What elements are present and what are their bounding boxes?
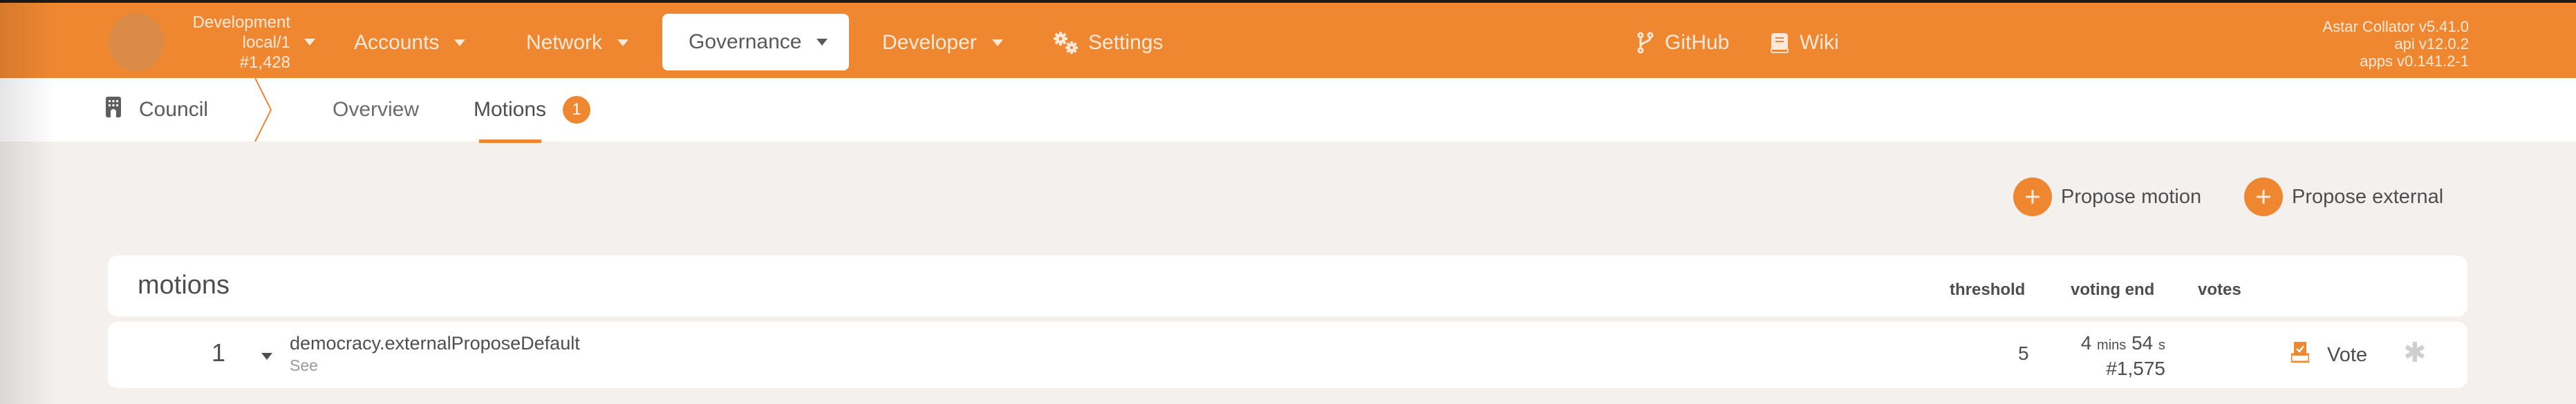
nav-accounts[interactable]: Accounts xyxy=(354,15,466,70)
expand-toggle[interactable] xyxy=(261,351,272,363)
nav-governance-label: Governance xyxy=(689,30,802,53)
chevron-down-icon xyxy=(617,39,629,46)
wiki-link-label: Wiki xyxy=(1800,31,1839,54)
github-link-label: GitHub xyxy=(1665,31,1730,54)
asterisk-icon[interactable]: ✱ xyxy=(2403,337,2427,369)
chain-name: Development xyxy=(192,13,290,32)
apps-version: apps v0.141.2-1 xyxy=(2360,52,2469,70)
chevron-down-icon xyxy=(261,353,272,360)
countdown-secs: 54 xyxy=(2131,332,2154,354)
countdown-mins-unit: mins xyxy=(2097,338,2127,353)
voting-end-countdown: 4 mins 54 s xyxy=(2064,331,2165,357)
table-title: motions xyxy=(138,271,230,300)
breadcrumb-chevron xyxy=(254,78,272,142)
nav-network[interactable]: Network xyxy=(526,15,629,70)
nav-developer[interactable]: Developer xyxy=(882,15,1003,70)
motion-voting-end: 4 mins 54 s #1,575 xyxy=(2064,331,2165,381)
vote-check-icon xyxy=(2290,342,2311,368)
propose-motion-button[interactable]: Propose motion xyxy=(2013,177,2201,217)
chevron-down-icon xyxy=(991,39,1003,46)
voting-end-block: #1,575 xyxy=(2106,358,2165,379)
tab-motions-label: Motions xyxy=(474,98,547,121)
chain-selector[interactable]: Development local/1 #1,428 xyxy=(166,12,290,73)
section-title-label: Council xyxy=(139,98,209,121)
countdown-secs-unit: s xyxy=(2158,338,2165,353)
wiki-link[interactable]: Wiki xyxy=(1771,15,1839,70)
chain-endpoint: local/1 xyxy=(242,33,290,52)
code-branch-icon xyxy=(1637,32,1654,54)
chevron-down-icon xyxy=(454,39,466,46)
nav-settings-label: Settings xyxy=(1088,31,1164,54)
nav-settings[interactable]: Settings xyxy=(1052,15,1163,70)
motions-count-badge: 1 xyxy=(563,96,591,124)
node-version: Astar Collator v5.41.0 xyxy=(2322,18,2469,35)
version-info: Astar Collator v5.41.0 api v12.0.2 apps … xyxy=(2322,18,2469,70)
motions-table-header: motions threshold voting end votes xyxy=(108,256,2467,316)
nav-accounts-label: Accounts xyxy=(354,31,440,54)
api-version: api v12.0.2 xyxy=(2394,35,2469,52)
motion-see-link[interactable]: See xyxy=(290,356,318,375)
plus-icon xyxy=(2244,177,2283,216)
vote-button-label: Vote xyxy=(2327,343,2368,366)
building-icon xyxy=(106,97,121,123)
motion-index: 1 xyxy=(212,338,226,367)
vote-button[interactable]: Vote xyxy=(2290,338,2368,372)
propose-external-label: Propose external xyxy=(2292,185,2444,208)
column-header-threshold: threshold xyxy=(1950,280,2026,299)
chevron-down-icon xyxy=(816,39,828,46)
motion-call: democracy.externalProposeDefault xyxy=(290,333,580,354)
top-navigation-bar: Development local/1 #1,428 Accounts Netw… xyxy=(0,0,2576,78)
nav-developer-label: Developer xyxy=(882,31,977,54)
column-header-votes: votes xyxy=(2198,280,2241,299)
tab-motions[interactable]: Motions 1 xyxy=(474,78,591,142)
nav-governance[interactable]: Governance xyxy=(662,14,849,70)
book-icon xyxy=(1771,32,1789,53)
nav-network-label: Network xyxy=(526,31,603,54)
tab-overview-label: Overview xyxy=(333,98,420,121)
chevron-down-icon[interactable] xyxy=(296,37,315,49)
propose-external-button[interactable]: Propose external xyxy=(2244,177,2443,217)
countdown-mins: 4 xyxy=(2080,332,2092,354)
propose-motion-label: Propose motion xyxy=(2061,185,2202,208)
column-header-voting-end: voting end xyxy=(2071,280,2155,299)
github-link[interactable]: GitHub xyxy=(1637,15,1729,70)
active-tab-indicator xyxy=(479,140,541,143)
chain-logo-avatar[interactable] xyxy=(109,13,164,71)
gears-icon xyxy=(1052,31,1079,55)
section-subnav: Council Overview Motions 1 xyxy=(0,78,2576,142)
table-row: 1 democracy.externalProposeDefault See 5… xyxy=(108,322,2467,388)
motion-threshold: 5 xyxy=(2018,343,2029,364)
tab-overview[interactable]: Overview xyxy=(333,78,419,142)
plus-icon xyxy=(2013,177,2052,216)
chain-block-number: #1,428 xyxy=(239,53,290,72)
section-title: Council xyxy=(106,78,208,142)
